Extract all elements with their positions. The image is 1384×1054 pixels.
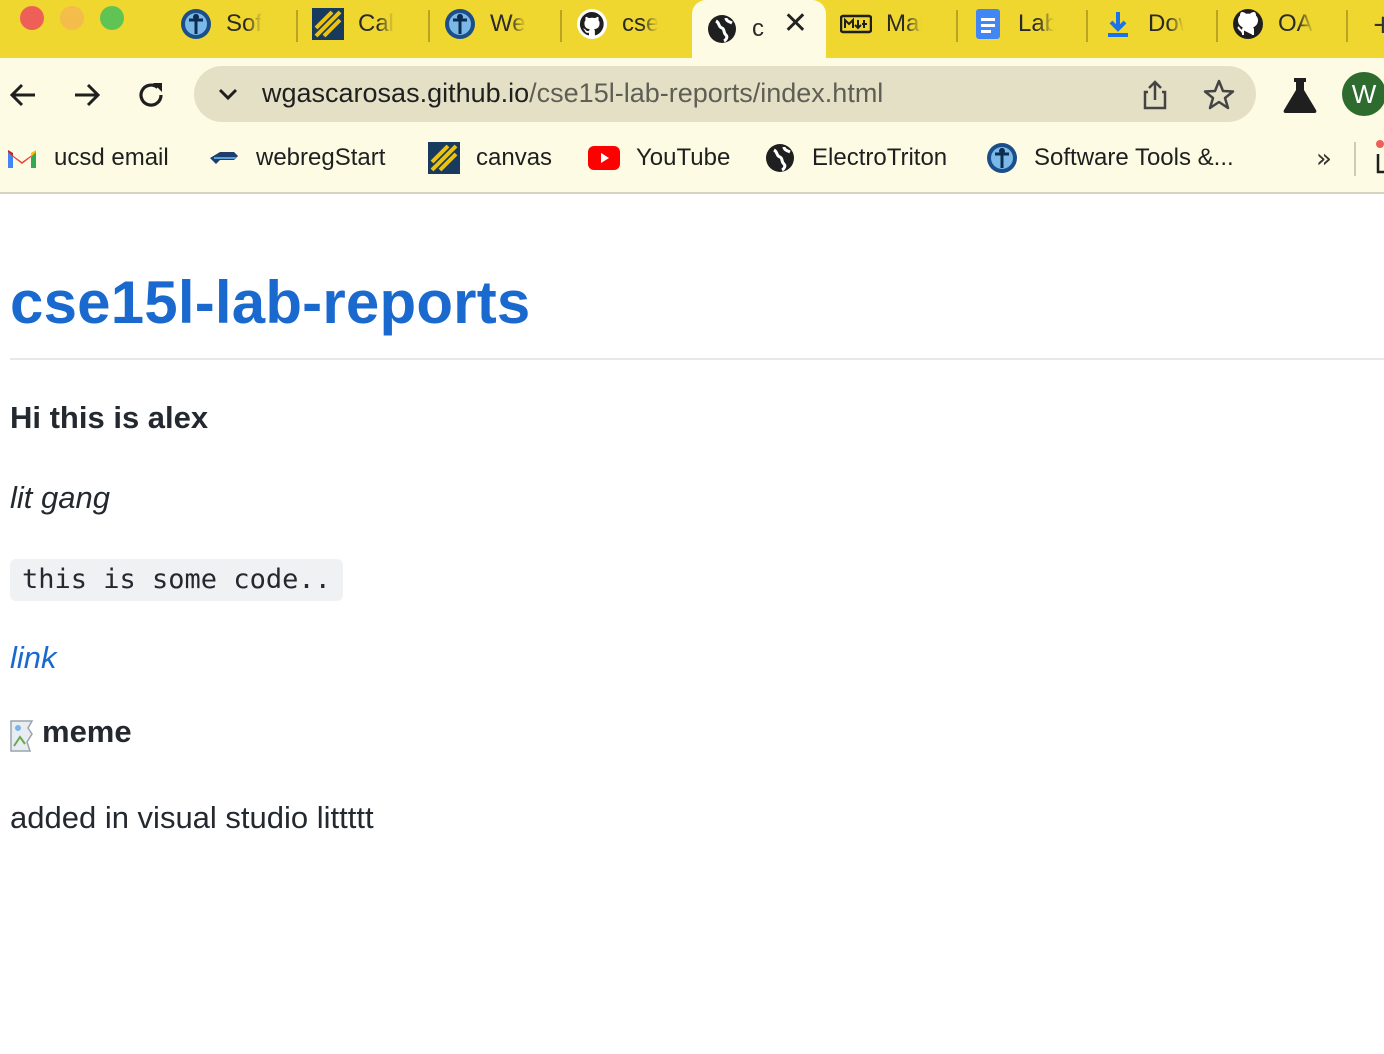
url-path: /cse15l-lab-reports/index.html bbox=[529, 78, 884, 108]
reload-button[interactable] bbox=[130, 74, 172, 116]
tab-strip: Softv Cale Weel cse1 c ✕ Mark bbox=[0, 0, 1384, 58]
meme-image: meme bbox=[10, 712, 132, 752]
bookmark-youtube[interactable]: YouTube bbox=[588, 142, 730, 174]
share-icon[interactable] bbox=[1138, 78, 1172, 112]
tab-separator bbox=[1346, 10, 1348, 42]
bookmark-ucsd-email[interactable]: ucsd email bbox=[6, 142, 169, 174]
more-bookmarks-button[interactable]: » bbox=[1316, 144, 1332, 174]
back-button[interactable] bbox=[2, 74, 44, 116]
reload-icon bbox=[139, 83, 163, 107]
globe-icon bbox=[764, 142, 796, 174]
browser-toolbar: wgascarosas.github.io/cse15l-lab-reports… bbox=[0, 58, 1384, 132]
bookmark-star-icon[interactable] bbox=[1202, 78, 1236, 112]
bookmarks-separator bbox=[1354, 142, 1356, 176]
content-link[interactable]: link bbox=[10, 640, 57, 676]
tab-calendar[interactable]: Cale bbox=[298, 0, 428, 48]
webreg-icon bbox=[208, 142, 240, 174]
url-host: wgascarosas.github.io bbox=[262, 78, 530, 108]
globe-icon bbox=[706, 13, 738, 45]
close-tab-icon[interactable]: ✕ bbox=[783, 8, 808, 40]
image-alt-text: meme bbox=[42, 714, 132, 749]
close-window-button[interactable] bbox=[20, 6, 44, 30]
tab-active-page[interactable]: c ✕ bbox=[692, 0, 826, 58]
new-tab-button[interactable]: + bbox=[1372, 10, 1384, 40]
all-bookmarks-icon[interactable] bbox=[1372, 140, 1384, 176]
bookmark-software-tools[interactable]: Software Tools &... bbox=[986, 142, 1234, 174]
chevron-down-icon[interactable] bbox=[214, 80, 242, 108]
minimize-window-button[interactable] bbox=[60, 6, 84, 30]
youtube-icon bbox=[588, 142, 620, 174]
address-bar[interactable]: wgascarosas.github.io/cse15l-lab-reports… bbox=[194, 66, 1256, 122]
bookmarks-bar: ucsd email webregStart canvas YouTube El… bbox=[0, 132, 1384, 194]
canvas-icon bbox=[428, 142, 460, 174]
heading-divider bbox=[10, 358, 1384, 360]
page-title: cse15l-lab-reports bbox=[10, 269, 531, 336]
bookmark-electrotriton[interactable]: ElectroTriton bbox=[764, 142, 947, 174]
software-tools-icon bbox=[180, 8, 212, 40]
bold-paragraph: Hi this is alex bbox=[10, 400, 209, 435]
chrome-labs-icon[interactable] bbox=[1282, 76, 1318, 114]
broken-image-icon bbox=[10, 720, 42, 752]
bookmark-canvas[interactable]: canvas bbox=[428, 142, 552, 174]
markdown-icon bbox=[840, 8, 872, 40]
tab-github-cse15l[interactable]: cse1 bbox=[562, 0, 690, 48]
italic-paragraph: lit gang bbox=[10, 480, 110, 515]
tab-github-oauth[interactable]: OAu bbox=[1218, 0, 1346, 48]
tab-software-tools[interactable]: Softv bbox=[166, 0, 294, 48]
plain-paragraph: added in visual studio littttt bbox=[10, 800, 374, 835]
maximize-window-button[interactable] bbox=[100, 6, 124, 30]
tab-week[interactable]: Weel bbox=[430, 0, 560, 48]
page-content: cse15l-lab-reports Hi this is alex lit g… bbox=[0, 196, 1384, 1054]
profile-avatar[interactable]: W bbox=[1342, 72, 1384, 116]
bookmark-webregstart[interactable]: webregStart bbox=[208, 142, 385, 174]
tab-markdown[interactable]: Mark bbox=[826, 0, 956, 48]
github-icon bbox=[1232, 8, 1264, 40]
arrow-left-icon bbox=[9, 83, 35, 107]
google-docs-icon bbox=[972, 8, 1004, 40]
canvas-icon bbox=[312, 8, 344, 40]
github-icon bbox=[576, 8, 608, 40]
download-icon bbox=[1102, 8, 1134, 40]
software-tools-icon bbox=[986, 142, 1018, 174]
gmail-icon bbox=[6, 142, 38, 174]
arrow-right-icon bbox=[75, 83, 101, 107]
inline-code: this is some code.. bbox=[10, 559, 343, 601]
software-tools-icon bbox=[444, 8, 476, 40]
tab-lab-doc[interactable]: Lab bbox=[958, 0, 1086, 48]
url-text[interactable]: wgascarosas.github.io/cse15l-lab-reports… bbox=[262, 78, 883, 109]
tab-downloads[interactable]: Dow bbox=[1088, 0, 1216, 48]
forward-button[interactable] bbox=[66, 74, 108, 116]
